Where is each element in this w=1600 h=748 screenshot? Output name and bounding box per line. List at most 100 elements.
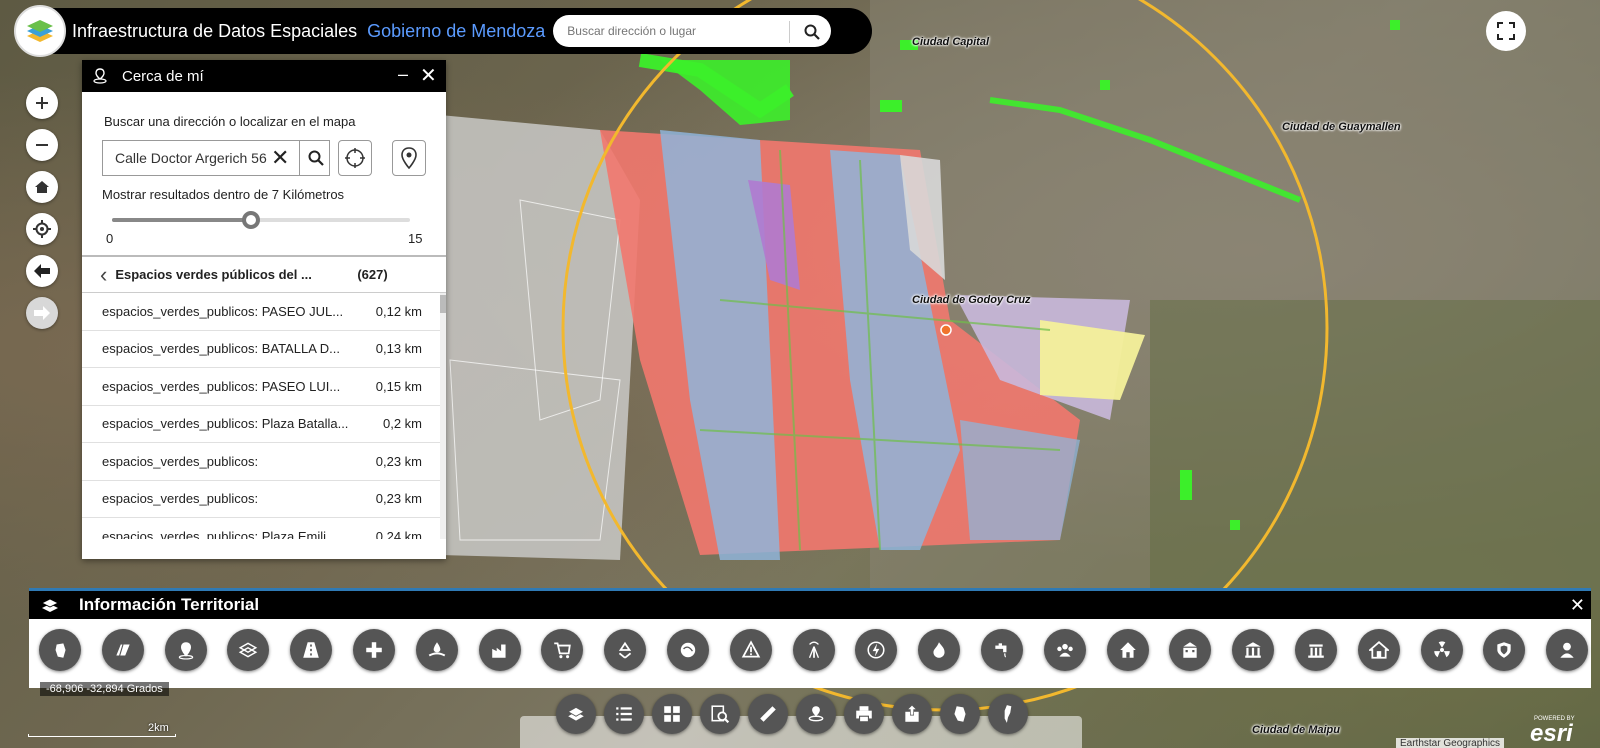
result-name: espacios_verdes_publicos: PASEO LUI... — [102, 378, 341, 394]
zoom-in-button[interactable] — [26, 87, 58, 119]
minimize-button[interactable]: – — [398, 64, 408, 85]
category-housing-button[interactable] — [1357, 629, 1400, 671]
category-map-region-button[interactable] — [39, 629, 81, 671]
category-shopping-cart-button[interactable] — [541, 629, 584, 671]
category-layers-stack-button[interactable] — [227, 629, 270, 671]
distance-slider[interactable] — [112, 211, 410, 229]
search-prompt: Buscar una dirección o localizar en el m… — [104, 114, 356, 129]
zoom-out-button[interactable] — [26, 129, 58, 161]
next-extent-button[interactable] — [26, 297, 58, 329]
community-icon — [1056, 643, 1073, 657]
app-title: Infraestructura de Datos Espaciales — [72, 20, 358, 41]
government-icon — [1308, 644, 1324, 658]
layer-header-row[interactable]: ‹ Espacios verdes públicos del ... (627) — [82, 257, 446, 293]
result-name: espacios_verdes_publicos: BATALLA D... — [102, 341, 340, 357]
electricity-icon — [867, 641, 885, 659]
search-box — [553, 15, 832, 47]
result-row[interactable]: espacios_verdes_publicos: Plaza Batalla.… — [82, 406, 440, 443]
result-row[interactable]: espacios_verdes_publicos: 0,23 km — [82, 481, 440, 518]
category-road-button[interactable] — [290, 629, 333, 671]
result-row[interactable]: espacios_verdes_publicos: PASEO LUI... 0,… — [82, 368, 440, 406]
category-factory-button[interactable] — [478, 629, 521, 671]
layers-tool-button[interactable] — [556, 694, 596, 734]
arrow-right-icon — [34, 306, 50, 320]
category-government-button[interactable] — [1294, 629, 1337, 671]
measure-ruler-icon — [760, 706, 776, 722]
parcel-icon — [116, 644, 130, 656]
category-nuclear-button[interactable] — [1420, 629, 1463, 671]
category-water-tap-button[interactable] — [980, 629, 1023, 671]
previous-extent-button[interactable] — [26, 255, 58, 287]
query-icon — [711, 705, 730, 724]
measure-ruler-tool-button[interactable] — [748, 694, 788, 734]
result-row[interactable]: espacios_verdes_publicos: PASEO JUL... 0,… — [82, 293, 440, 331]
housing-icon — [1368, 641, 1389, 659]
add-data-tool-button[interactable] — [892, 694, 932, 734]
category-warning-button[interactable] — [729, 629, 772, 671]
slider-fill — [112, 218, 252, 222]
nuclear-icon — [1433, 641, 1450, 658]
category-police-shield-button[interactable] — [1483, 629, 1526, 671]
result-distance: 0,15 km — [375, 378, 422, 394]
mendoza-map-tool-button[interactable] — [940, 694, 980, 734]
result-distance: 0,13 km — [375, 341, 422, 357]
clear-address-button[interactable]: ✕ — [271, 145, 289, 171]
back-chevron-icon[interactable]: ‹ — [100, 262, 107, 288]
fullscreen-button[interactable] — [1486, 11, 1526, 51]
query-tool-button[interactable] — [700, 694, 740, 734]
layers-stack-icon — [239, 642, 258, 658]
scrollbar-thumb[interactable] — [440, 295, 446, 313]
category-recycle-button[interactable] — [604, 629, 647, 671]
category-community-button[interactable] — [1043, 629, 1086, 671]
results-scrollbar[interactable] — [440, 293, 446, 539]
near-me-header: Cerca de mí — [82, 60, 446, 92]
near-me-title: Cerca de mí — [122, 67, 204, 85]
close-info-button[interactable]: ✕ — [1570, 595, 1585, 616]
category-gas-flame-button[interactable] — [918, 629, 961, 671]
pick-location-button[interactable] — [392, 140, 426, 176]
slider-handle[interactable] — [242, 211, 261, 229]
my-location-button[interactable] — [26, 213, 58, 245]
museum-icon — [1245, 642, 1261, 658]
category-globe-leaf-button[interactable] — [666, 629, 709, 671]
result-name: espacios_verdes_publicos: — [102, 491, 259, 507]
search-icon — [308, 150, 324, 166]
print-tool-button[interactable] — [844, 694, 884, 734]
layer-name: Espacios verdes públicos del ... — [115, 267, 312, 282]
warning-icon — [741, 640, 761, 658]
category-house-button[interactable] — [1106, 629, 1149, 671]
category-health-cross-button[interactable] — [352, 629, 395, 671]
basemap-grid-icon — [664, 706, 680, 722]
category-person-button[interactable] — [1546, 629, 1589, 671]
result-name: espacios_verdes_publicos: Plaza Batalla.… — [102, 416, 349, 432]
category-location-pin-button[interactable] — [164, 629, 207, 671]
search-input[interactable] — [567, 16, 798, 46]
recycle-icon — [619, 641, 632, 659]
home-button[interactable] — [26, 171, 58, 203]
category-water-hand-button[interactable] — [415, 629, 458, 671]
category-antenna-button[interactable] — [792, 629, 835, 671]
close-panel-button[interactable]: ✕ — [420, 63, 437, 88]
basemap-grid-tool-button[interactable] — [652, 694, 692, 734]
category-museum-button[interactable] — [1232, 629, 1275, 671]
minus-icon — [36, 144, 48, 146]
current-location-button[interactable] — [338, 140, 372, 176]
result-distance: 0,24 km — [375, 528, 422, 539]
address-search-box: ✕ — [102, 140, 330, 176]
near-me-tool-button[interactable] — [796, 694, 836, 734]
category-parcel-button[interactable] — [101, 629, 144, 671]
factory-icon — [491, 644, 506, 658]
category-electricity-button[interactable] — [855, 629, 898, 671]
legend-list-tool-button[interactable] — [604, 694, 644, 734]
house-icon — [1119, 642, 1136, 658]
category-school-button[interactable] — [1169, 629, 1212, 671]
search-button[interactable] — [789, 21, 821, 43]
health-cross-icon — [366, 642, 382, 658]
address-search-button[interactable] — [299, 141, 331, 175]
result-row[interactable]: espacios_verdes_publicos: BATALLA D... 0,… — [82, 331, 440, 368]
result-row[interactable]: espacios_verdes_publicos: Plaza Emili...… — [82, 518, 440, 539]
layers-icon — [567, 706, 585, 721]
result-row[interactable]: espacios_verdes_publicos: 0,23 km — [82, 443, 440, 481]
argentina-map-tool-button[interactable] — [988, 694, 1028, 734]
address-input[interactable] — [115, 150, 275, 166]
